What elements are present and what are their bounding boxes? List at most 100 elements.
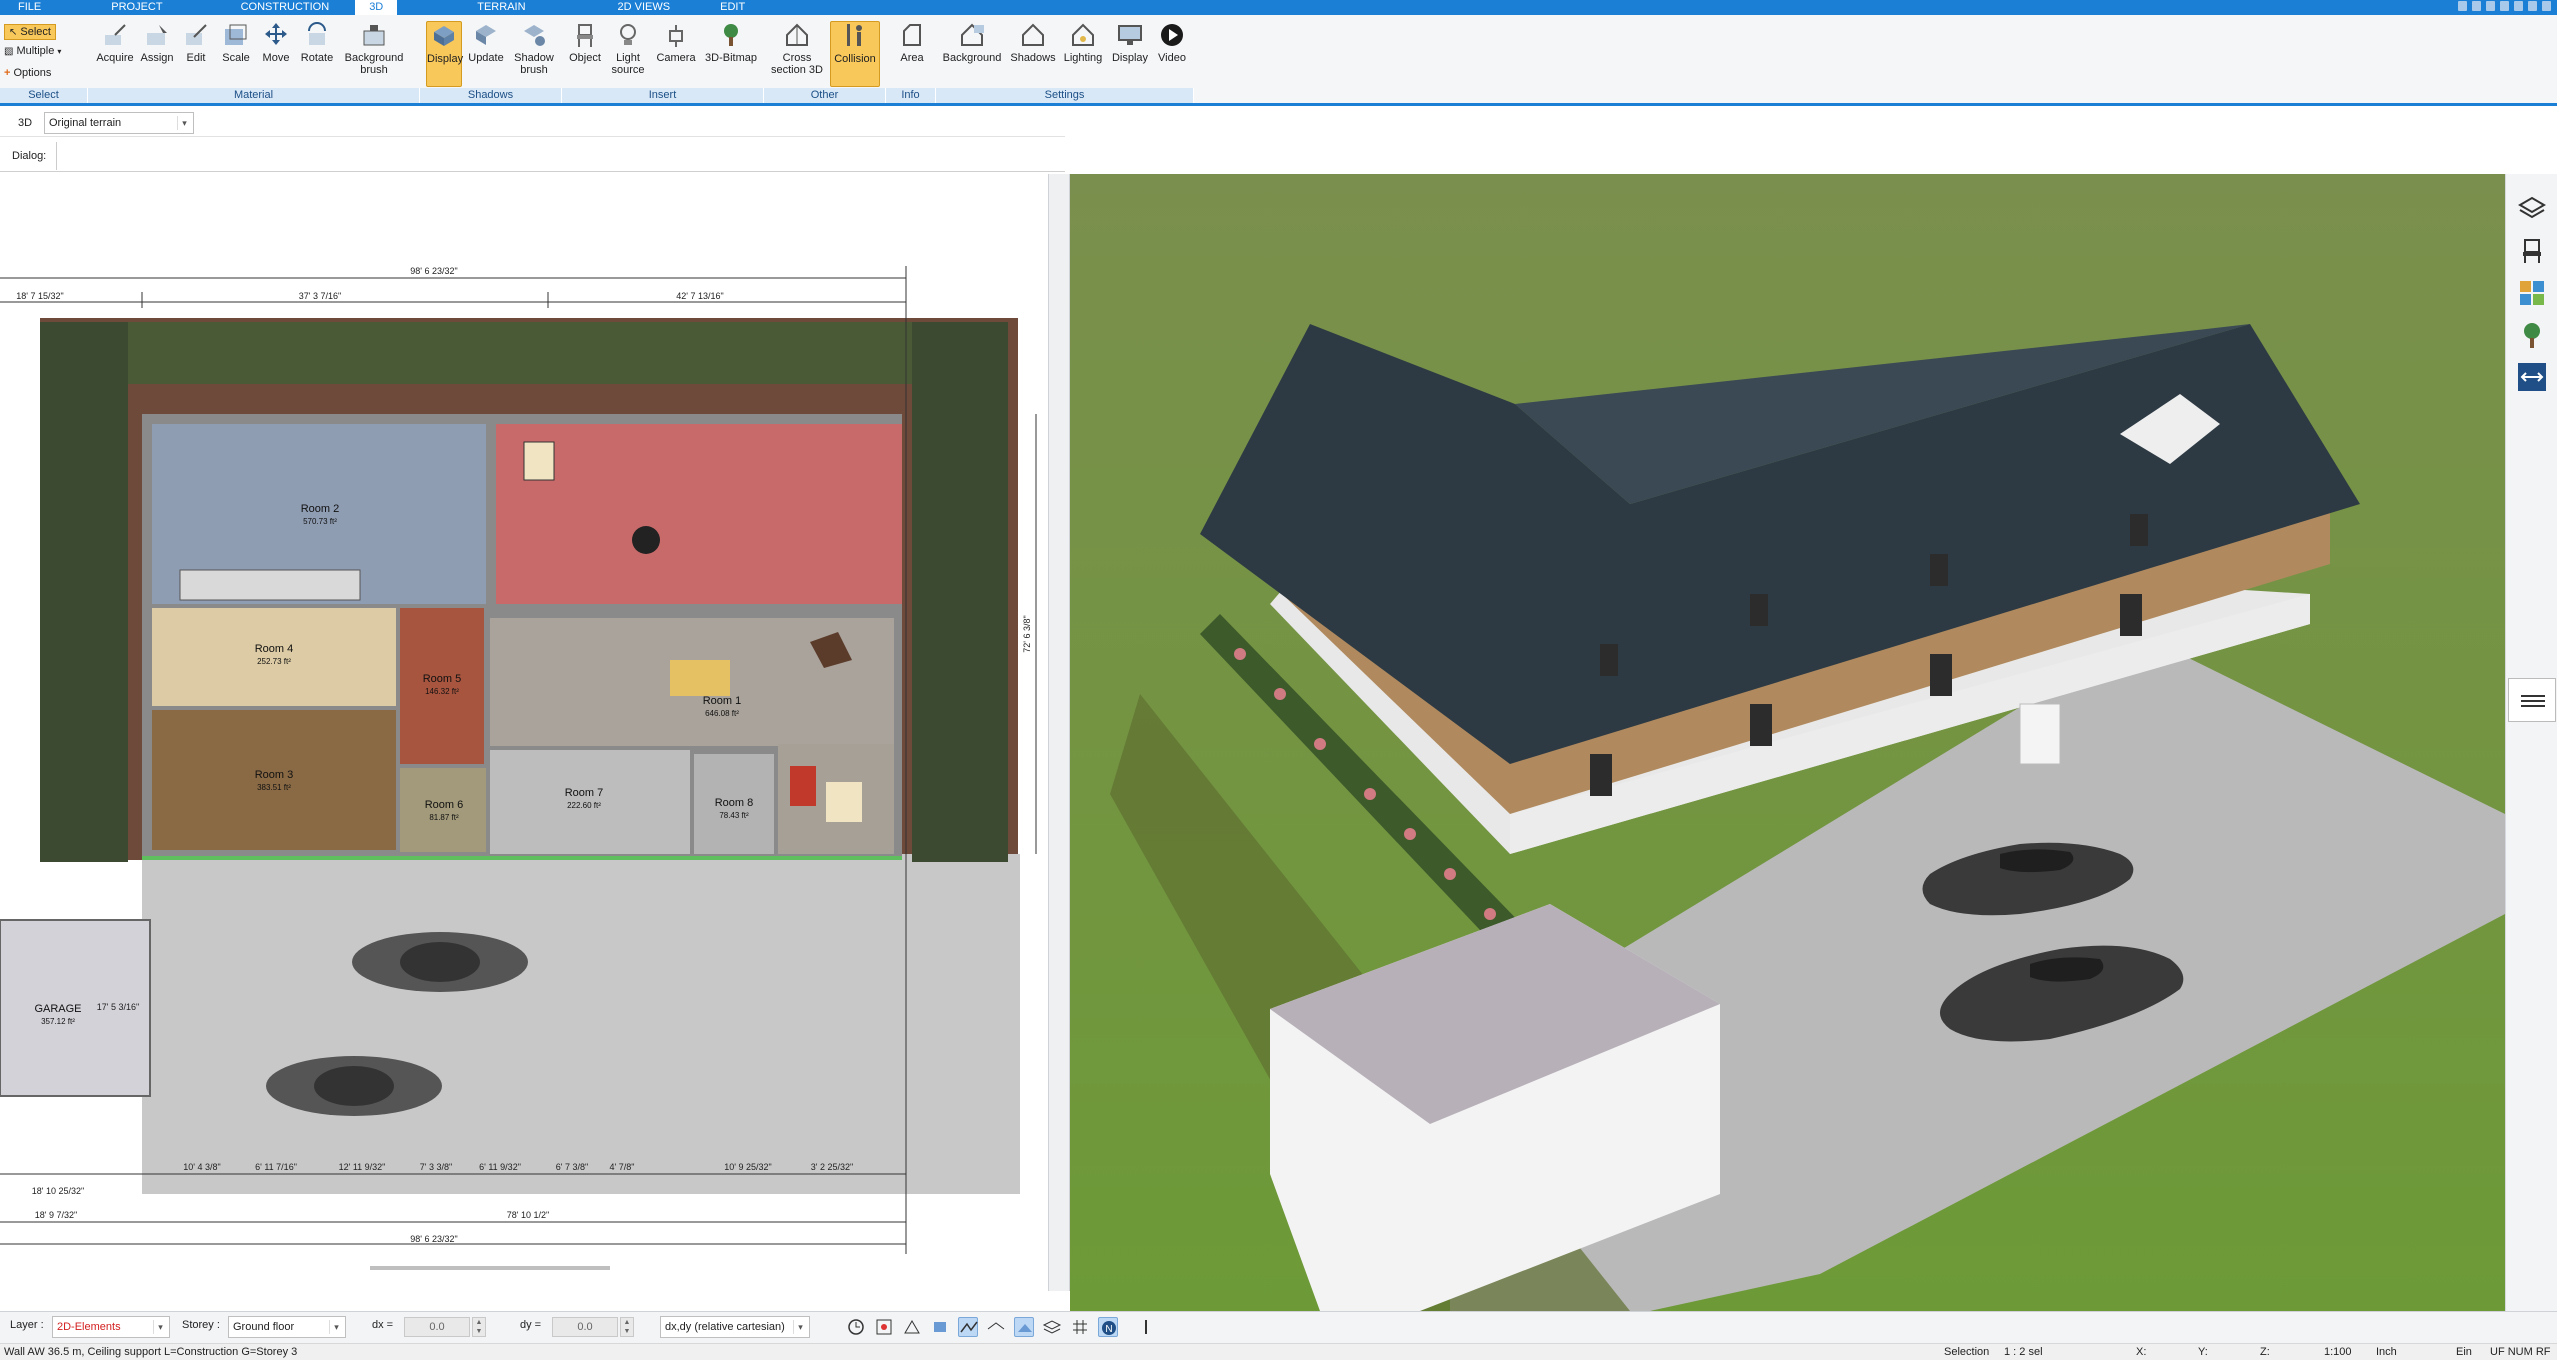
room-label: Room 6 <box>425 799 464 811</box>
room-area: 252.73 ft² <box>257 657 291 666</box>
dimension-label: 3' 2 25/32" <box>811 1162 853 1172</box>
dimension-label: 42' 7 13/16" <box>676 291 723 301</box>
menu-tab-file[interactable]: FILE <box>0 0 59 15</box>
orthogonal-icon[interactable] <box>1014 1317 1034 1337</box>
scale-material-button[interactable]: Scale <box>220 21 252 64</box>
restore-icon[interactable] <box>2486 1 2495 11</box>
video-button[interactable]: Video <box>1154 21 1190 64</box>
object-button[interactable]: Object <box>566 21 604 64</box>
side-panel-toggle[interactable] <box>2508 678 2556 722</box>
settings-icon[interactable] <box>2500 1 2509 11</box>
dx-input[interactable] <box>404 1317 470 1337</box>
close-window-icon[interactable] <box>2542 1 2551 11</box>
selection-value: 1 : 2 sel <box>2004 1346 2043 1358</box>
room-label: Room 1 <box>703 695 742 707</box>
menu-tab-edit[interactable]: EDIT <box>706 0 759 15</box>
snap-walls-icon[interactable] <box>986 1317 1006 1337</box>
shadows-settings-button[interactable]: Shadows <box>1008 21 1058 64</box>
3d-bitmap-button[interactable]: 3D-Bitmap <box>702 21 760 64</box>
hedge-left <box>40 322 128 862</box>
group-label-info: Info <box>886 88 936 103</box>
storey-select[interactable]: Ground floor ▾ <box>228 1316 346 1338</box>
more-options-icon[interactable] <box>1136 1317 1156 1337</box>
horizontal-scrollbar[interactable] <box>370 1266 610 1270</box>
collision-button[interactable]: Collision <box>830 21 880 87</box>
shadow-brush-button[interactable]: Shadow brush <box>510 21 558 76</box>
menu-tab-terrain[interactable]: TERRAIN <box>397 0 581 15</box>
floor-plan-view[interactable]: Room 2 570.73 ft² Room 4 252.73 ft² Room… <box>0 174 1048 1291</box>
3d-view[interactable] <box>1070 174 2505 1311</box>
update-shadows-button[interactable]: Update <box>466 21 506 64</box>
3d-scene <box>1070 174 2505 1311</box>
minimize-icon[interactable] <box>2472 1 2481 11</box>
room-area: 78.43 ft² <box>719 811 749 820</box>
dimension-label: 10' 9 25/32" <box>724 1162 771 1172</box>
layer-select[interactable]: 2D-Elements ▾ <box>52 1316 170 1338</box>
menu-tab-3d[interactable]: 3D <box>355 0 398 15</box>
light-source-button[interactable]: Light source <box>608 21 648 76</box>
area-icon <box>903 24 921 46</box>
chevron-down-icon: ▾ <box>793 1320 807 1334</box>
terrain-select[interactable]: Original terrain ▾ <box>44 112 194 134</box>
svg-text:N: N <box>1105 1324 1112 1335</box>
menu-tab-construction[interactable]: CONSTRUCTION <box>215 0 356 15</box>
display-settings-button[interactable]: Display <box>1108 21 1152 64</box>
front-door <box>2019 703 2061 765</box>
coordinate-mode-select[interactable]: dx,dy (relative cartesian) ▾ <box>660 1316 810 1338</box>
dx-spinner[interactable]: ▲ ▼ <box>472 1317 486 1337</box>
layers-toggle-icon[interactable] <box>1042 1317 1062 1337</box>
plus-icon: + <box>4 67 11 79</box>
hedge-top <box>128 322 912 384</box>
acquire-button[interactable]: Acquire <box>94 21 136 64</box>
layers-icon[interactable] <box>2517 194 2547 224</box>
options-button[interactable]: + Options <box>4 67 51 79</box>
rotate-material-button[interactable]: Rotate <box>298 21 336 64</box>
camera-button[interactable]: Camera <box>656 21 696 64</box>
move-material-button[interactable]: Move <box>260 21 292 64</box>
snap-lines-icon[interactable] <box>958 1317 978 1337</box>
multiple-icon: ▧ <box>4 45 14 57</box>
selection-label: Selection <box>1944 1346 1990 1358</box>
video-play-icon <box>1161 24 1183 46</box>
edit-material-button[interactable]: Edit <box>180 21 212 64</box>
materials-icon[interactable] <box>2517 278 2547 308</box>
rotate-icon <box>308 22 326 45</box>
dimension-label: 98' 6 23/32" <box>410 1234 457 1244</box>
minimize-window-icon[interactable] <box>2514 1 2523 11</box>
group-label-material: Material <box>88 88 420 103</box>
grid-icon[interactable] <box>1070 1317 1090 1337</box>
clock-icon[interactable] <box>846 1317 866 1337</box>
assign-button[interactable]: Assign <box>138 21 176 64</box>
dy-spinner[interactable]: ▲ ▼ <box>620 1317 634 1337</box>
cursor-icon: ↖ <box>9 26 18 38</box>
lighting-settings-button[interactable]: Lighting <box>1060 21 1106 64</box>
maximize-window-icon[interactable] <box>2528 1 2537 11</box>
storey-label: Storey : <box>182 1319 220 1331</box>
view-splitter[interactable] <box>1048 174 1070 1291</box>
cross-section-3d-button[interactable]: Cross section 3D <box>768 21 826 76</box>
display-shadows-button[interactable]: Display <box>426 21 463 87</box>
group-label-shadows: Shadows <box>420 88 562 103</box>
snap-objects-icon[interactable] <box>930 1317 950 1337</box>
menu-tab-project[interactable]: PROJECT <box>59 0 214 15</box>
status-message: Wall AW 36.5 m, Ceiling support L=Constr… <box>4 1346 298 1358</box>
dy-input[interactable] <box>552 1317 618 1337</box>
multiple-dropdown[interactable]: ▧ Multiple ▾ <box>4 45 61 57</box>
dimension-label: 6' 7 3/8" <box>556 1162 588 1172</box>
tree-icon[interactable] <box>2517 320 2547 350</box>
background-settings-button[interactable]: Background <box>940 21 1004 64</box>
north-icon[interactable]: N <box>1098 1317 1118 1337</box>
chair-icon[interactable] <box>2517 236 2547 266</box>
room-label: Room 7 <box>565 787 604 799</box>
select-button[interactable]: ↖ Select <box>4 24 56 40</box>
background-brush-button[interactable]: Background brush <box>342 21 406 76</box>
help-icon[interactable] <box>2458 1 2467 11</box>
link-icon[interactable] <box>2517 362 2547 392</box>
area-button[interactable]: Area <box>894 21 930 64</box>
menu-tab-2d-views[interactable]: 2D VIEWS <box>582 0 707 15</box>
snap-points-icon[interactable] <box>902 1317 922 1337</box>
snap-grid-icon[interactable] <box>874 1317 894 1337</box>
room-label: GARAGE <box>34 1003 81 1015</box>
shadow-brush-icon <box>524 25 545 46</box>
dimension-label: 37' 3 7/16" <box>299 291 341 301</box>
